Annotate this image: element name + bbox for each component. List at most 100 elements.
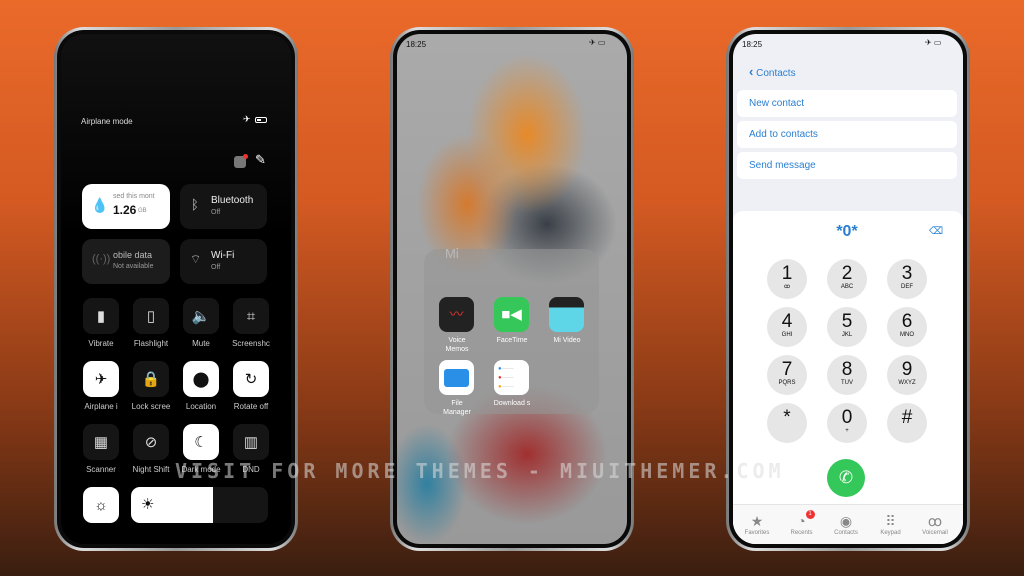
key-digit: 8: [841, 359, 853, 380]
toggle-dark-mode[interactable]: ☾: [183, 424, 219, 460]
toggle-label: Night Shift: [132, 465, 170, 474]
key-1[interactable]: 1ꝏ: [767, 259, 807, 299]
toggle-airplane-i[interactable]: ✈: [83, 361, 119, 397]
tab-keypad[interactable]: ⠿ Keypad: [869, 513, 913, 536]
book-icon: ▥: [243, 434, 259, 451]
key-4[interactable]: 4 GHI: [767, 307, 807, 347]
tab-label: Contacts: [834, 530, 858, 536]
tab-recents[interactable]: ◔ Recents 1: [780, 510, 824, 536]
toggle-label: Rotate off: [233, 402, 269, 411]
facetime-icon[interactable]: ■◀: [494, 297, 529, 332]
toggle-label: Location: [185, 402, 217, 411]
location-icon: ⬤: [192, 371, 210, 388]
eye-off-icon: ⊘: [144, 434, 158, 451]
tab-label: Recents: [790, 530, 813, 536]
key-9[interactable]: 9 WXYZ: [887, 355, 927, 395]
video-clapper-icon[interactable]: [549, 297, 584, 332]
toggle-label: Mute: [192, 339, 210, 348]
auto-brightness-icon[interactable]: ☼: [83, 487, 119, 523]
key-0[interactable]: 0 +: [827, 403, 867, 443]
toggle-flashlight[interactable]: ▯: [133, 298, 169, 334]
data-unit: GB: [138, 208, 147, 214]
toggle-rotate-off[interactable]: ↻: [233, 361, 269, 397]
add-to-contacts-button[interactable]: Add to contacts: [737, 121, 957, 148]
data-usage-tile[interactable]: 💧 sed this mont 1.26 GB: [82, 184, 170, 229]
bluetooth-icon: ᛒ: [191, 197, 199, 212]
key-letters: JKL: [841, 332, 853, 338]
backspace-icon[interactable]: ⌫: [929, 226, 943, 237]
brightness-slider[interactable]: ☀: [131, 487, 268, 523]
sun-icon: ☀: [141, 496, 155, 513]
folder-panel: 〰 ■◀ ●—— ●—— ●—— Voice Memos FaceTime Mi V…: [424, 249, 599, 416]
toggle-lock-scree[interactable]: 🔒: [133, 361, 169, 397]
key-3[interactable]: 3 DEF: [887, 259, 927, 299]
toggle-label: Lock scree: [131, 402, 171, 411]
app-label: FaceTime: [496, 337, 528, 344]
key-7[interactable]: 7 PQRS: [767, 355, 807, 395]
toggle-dnd[interactable]: ▥: [233, 424, 269, 460]
key-#[interactable]: #: [887, 403, 927, 443]
flashlight-icon: ▯: [146, 308, 156, 325]
folder-icon[interactable]: [439, 360, 474, 395]
mobile-data-title: obile data: [113, 250, 153, 260]
dial-input[interactable]: *0*: [733, 223, 961, 241]
airplane-icon: ✈: [94, 371, 108, 388]
settings-icon[interactable]: [234, 154, 248, 168]
send-message-button[interactable]: Send message: [737, 152, 957, 179]
key-digit: 0: [841, 407, 853, 428]
qr-scanner-icon: ▦: [93, 434, 109, 451]
star-icon: ★: [750, 513, 764, 529]
toggle-scanner[interactable]: ▦: [83, 424, 119, 460]
battery-icon: [255, 117, 267, 123]
tab-contacts[interactable]: ◉ Contacts: [824, 513, 868, 536]
tab-favorites[interactable]: ★ Favorites: [735, 513, 779, 536]
status-label: Airplane mode: [81, 117, 133, 126]
edit-icon[interactable]: ✎: [255, 152, 266, 168]
key-8[interactable]: 8 TUV: [827, 355, 867, 395]
toggle-label: Flashlight: [133, 339, 169, 348]
call-button[interactable]: ✆: [827, 459, 865, 497]
key-letters: TUV: [841, 380, 853, 386]
key-letters: WXYZ: [898, 380, 916, 386]
key-letters: ꝏ: [783, 284, 791, 290]
voice-memos-icon[interactable]: 〰: [439, 297, 474, 332]
toggle-label: Scanner: [86, 465, 116, 474]
tab-bar: ★ Favorites ◔ Recents 1 ◉ Contacts ⠿ Keypad ꝏ Voic…: [733, 504, 963, 544]
key-letters: GHI: [781, 332, 793, 338]
voicemail-icon: ꝏ: [927, 513, 943, 529]
toggle-screenshc[interactable]: ⌗: [233, 298, 269, 334]
bluetooth-tile[interactable]: ᛒ Bluetooth Off: [180, 184, 267, 229]
person-circle-icon: ◉: [839, 513, 853, 529]
toggle-night-shift[interactable]: ⊘: [133, 424, 169, 460]
toggle-label: Vibrate: [88, 339, 114, 348]
mobile-data-tile[interactable]: ((·)) obile data Not available: [82, 239, 170, 284]
wifi-tile[interactable]: ⌔ Wi-Fi Off: [180, 239, 267, 284]
toggle-vibrate[interactable]: ▮: [83, 298, 119, 334]
vibrate-icon: ▮: [96, 308, 106, 325]
key-6[interactable]: 6 MNO: [887, 307, 927, 347]
key-*[interactable]: *: [767, 403, 807, 443]
back-label: Contacts: [756, 68, 796, 79]
speaker-icon: 🔈: [191, 308, 211, 325]
tab-voicemail[interactable]: ꝏ Voicemail: [913, 513, 957, 536]
key-digit: 9: [901, 359, 913, 380]
watermark: VISIT FOR MORE THEMES - MIUITHEMER.COM: [175, 459, 785, 483]
status-time: 18:25: [742, 40, 763, 49]
key-5[interactable]: 5 JKL: [827, 307, 867, 347]
toggle-location[interactable]: ⬤: [183, 361, 219, 397]
data-value: 1.26: [113, 203, 137, 217]
app-label: Mi Video: [553, 337, 581, 344]
new-contact-button[interactable]: New contact: [737, 90, 957, 117]
screenshot-icon: ⌗: [246, 307, 256, 325]
wifi-state: Off: [211, 264, 221, 271]
back-button[interactable]: ‹ Contacts: [749, 64, 796, 79]
key-letters: +: [845, 428, 849, 434]
key-letters: MNO: [900, 332, 914, 338]
water-drop-icon: 💧: [91, 197, 109, 213]
key-digit: 5: [841, 311, 853, 332]
downloads-list-icon[interactable]: ●—— ●—— ●——: [494, 360, 529, 395]
key-digit: 2: [841, 263, 853, 284]
key-2[interactable]: 2 ABC: [827, 259, 867, 299]
toggle-mute[interactable]: 🔈: [183, 298, 219, 334]
airplane-status-icon: ✈: [243, 114, 251, 124]
